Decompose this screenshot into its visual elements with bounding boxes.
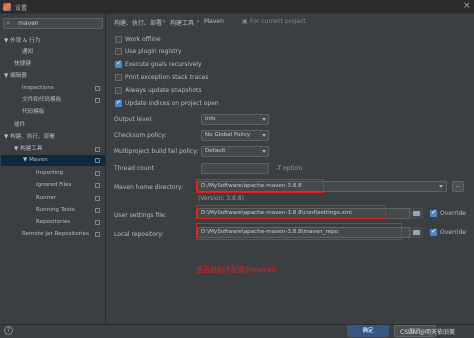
intellij-logo-icon — [3, 3, 11, 11]
project-config-icon — [95, 98, 100, 103]
user-settings-label: User settings file: — [114, 212, 167, 219]
always-update-snapshots-checkbox[interactable] — [115, 87, 122, 94]
output-level-label: Output level: — [114, 116, 154, 123]
project-config-icon — [95, 196, 100, 201]
title-bar — [0, 0, 474, 14]
chevron-down-icon — [262, 134, 266, 137]
chevron-down-icon — [439, 185, 443, 188]
search-input-value: maven — [18, 20, 39, 27]
local-repository-label: Local repository: — [114, 231, 164, 238]
tree-live-templates[interactable]: 代码模板 — [22, 107, 44, 118]
tree-appearance[interactable]: ▼ 外观 & 行为 — [4, 36, 40, 47]
maven-home-label: Maven home directory: — [114, 184, 184, 191]
folder-icon[interactable] — [409, 208, 423, 219]
local-repository-override-label: Override — [440, 229, 466, 236]
user-settings-override-label: Override — [440, 210, 466, 217]
project-config-icon — [95, 208, 100, 213]
thread-count-input[interactable] — [201, 163, 269, 174]
execute-goals-recursively-checkbox[interactable] — [115, 59, 122, 68]
work-offline-checkbox[interactable] — [115, 36, 122, 43]
annotation-highlight-box — [196, 179, 324, 193]
always-update-snapshots-label: Always update snapshots — [125, 87, 202, 94]
tree-running-tests[interactable]: Running Tests — [36, 205, 75, 216]
tree-runner[interactable]: Runner — [36, 193, 56, 204]
update-indices-checkbox[interactable] — [115, 98, 122, 107]
watermark: CSDN @明天依旧美 — [400, 329, 456, 336]
tree-maven-selected[interactable]: ▼ Maven — [1, 155, 105, 166]
checksum-policy-select[interactable]: No Global Policy — [201, 130, 269, 141]
update-indices-label: Update indices on project open — [125, 100, 219, 107]
thread-count-hint: -T option — [276, 165, 303, 172]
tree-editor[interactable]: ▼ 编辑器 — [4, 71, 27, 82]
checksum-policy-label: Checksum policy: — [114, 132, 167, 139]
project-scope-label: For current project — [250, 18, 306, 25]
tree-build-tools[interactable]: ▼ 构建工具 — [14, 144, 42, 155]
window-title: 设置 — [15, 5, 28, 12]
breadcrumb-part-3[interactable]: Maven — [204, 18, 224, 25]
use-plugin-registry-label: Use plugin registry — [125, 48, 182, 55]
project-config-icon — [95, 158, 100, 163]
browse-button[interactable]: ... — [452, 181, 464, 192]
maven-version-label: (Version: 3.8.8) — [198, 195, 244, 202]
chevron-down-icon — [262, 118, 266, 121]
help-icon[interactable]: ? — [4, 326, 13, 335]
ok-button[interactable]: 确定 — [347, 325, 389, 337]
close-icon[interactable]: × — [463, 1, 471, 11]
tree-file-templates[interactable]: 文件和代码模板 — [22, 95, 61, 106]
project-config-icon — [95, 147, 100, 152]
thread-count-label: Thread count — [114, 165, 154, 172]
tree-remote-jar-repositories[interactable]: Remote Jar Repositories — [22, 229, 89, 240]
print-exception-stack-traces-label: Print exception stack traces — [125, 74, 209, 81]
execute-goals-recursively-label: Execute goals recursively — [125, 61, 202, 68]
annotation-highlight-box — [196, 205, 386, 219]
tree-ignored-files[interactable]: Ignored Files — [36, 180, 71, 191]
tree-plugins[interactable]: 插件 — [14, 120, 25, 131]
chevron-down-icon — [262, 150, 266, 153]
breadcrumb-part-1[interactable]: 构建、执行、部署 — [114, 18, 162, 27]
project-config-icon — [95, 171, 100, 176]
annotation-text: 是否是刚才配置的maven — [196, 266, 276, 274]
tree-build-execution[interactable]: ▼ 构建、执行、部署 — [4, 132, 55, 143]
project-config-icon — [95, 86, 100, 91]
local-repository-override-checkbox[interactable] — [430, 227, 437, 236]
page-icon: ▣ — [242, 18, 248, 25]
breadcrumb-part-2[interactable]: 构建工具 — [170, 18, 194, 27]
project-config-icon — [95, 232, 100, 237]
project-config-icon — [95, 220, 100, 225]
breadcrumb-separator: › — [197, 18, 200, 25]
annotation-highlight-box — [196, 223, 402, 240]
tree-keymap[interactable]: 快捷键 — [14, 59, 31, 70]
multiproject-fail-policy-label: Multiproject build fail policy: — [114, 148, 199, 155]
print-exception-stack-traces-checkbox[interactable] — [115, 74, 122, 81]
search-icon: ⌕ — [6, 19, 10, 27]
user-settings-override-checkbox[interactable] — [430, 208, 437, 217]
output-level-select[interactable]: Info — [201, 114, 269, 125]
folder-icon[interactable] — [409, 227, 423, 238]
use-plugin-registry-checkbox[interactable] — [115, 48, 122, 55]
project-config-icon — [95, 183, 100, 188]
breadcrumb-separator: › — [163, 18, 166, 25]
tree-importing[interactable]: Importing — [36, 168, 63, 179]
tree-repositories[interactable]: Repositories — [36, 217, 70, 228]
multiproject-fail-policy-select[interactable]: Default — [201, 146, 269, 157]
work-offline-label: Work offline — [125, 36, 161, 43]
tree-notifications[interactable]: 通知 — [22, 47, 33, 58]
tree-inspections[interactable]: Inspections — [22, 83, 54, 94]
